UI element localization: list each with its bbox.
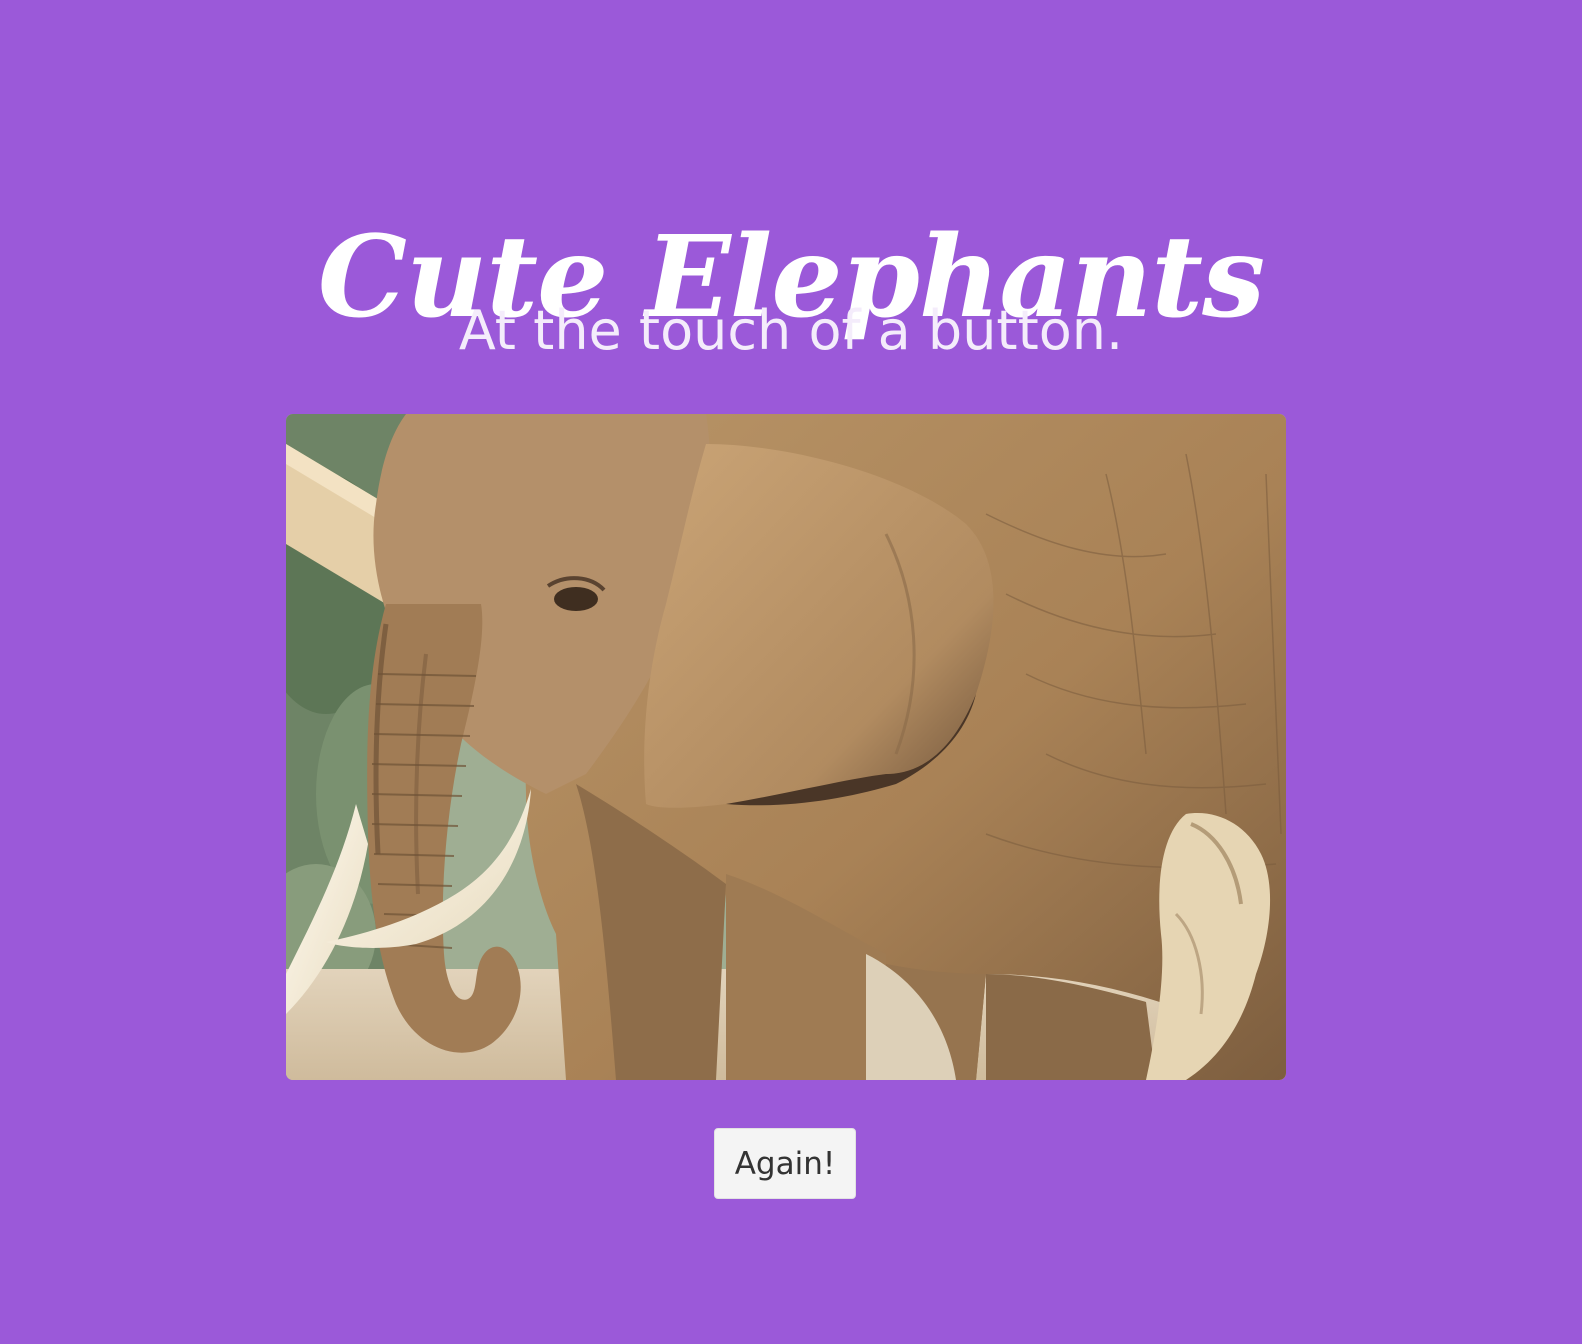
- page-subtitle: At the touch of a button.: [458, 299, 1124, 362]
- elephant-photo: [286, 414, 1286, 1080]
- again-button[interactable]: Again!: [714, 1128, 856, 1199]
